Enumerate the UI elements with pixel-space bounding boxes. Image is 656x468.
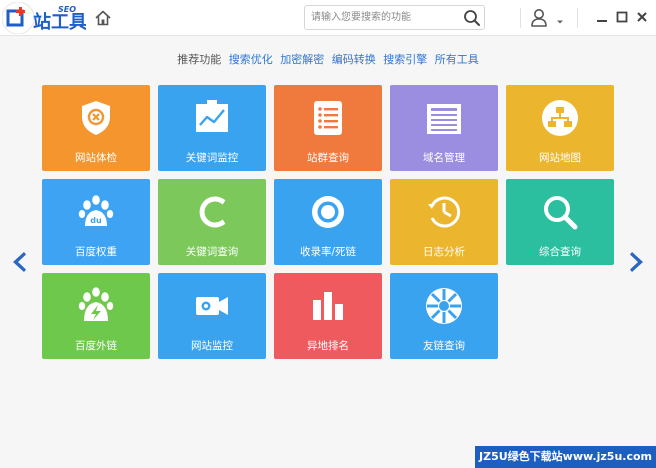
tile-label: 网站体检 bbox=[75, 152, 117, 164]
home-icon[interactable] bbox=[93, 8, 113, 28]
separator bbox=[520, 8, 521, 28]
tile-baidu-backlinks[interactable]: 百度外链 bbox=[42, 273, 150, 359]
tile-label: 网站监控 bbox=[191, 340, 233, 352]
letter-c-icon bbox=[192, 192, 232, 232]
tile-label: 域名管理 bbox=[423, 152, 465, 164]
tile-label: 关键词查询 bbox=[185, 246, 239, 258]
baidu-paw-icon: du bbox=[76, 192, 116, 232]
tile-label: 站群查询 bbox=[307, 152, 349, 164]
tool-grid: 网站体检 关键词监控 站群查询 域名管理 网站地图 du 百度权重 关键词查询 … bbox=[42, 85, 614, 359]
tile-label: 异地排名 bbox=[307, 340, 349, 352]
tile-keyword-query[interactable]: 关键词查询 bbox=[158, 179, 266, 265]
nav-link-all-tools[interactable]: 所有工具 bbox=[435, 51, 479, 67]
watermark-banner: JZ5U绿色下载站www.jz5u.com bbox=[475, 446, 656, 468]
tile-label: 日志分析 bbox=[423, 246, 465, 258]
nav-link-search-optimize[interactable]: 搜索优化 bbox=[229, 51, 273, 67]
tile-label: 百度权重 bbox=[75, 246, 117, 258]
magnifier-icon bbox=[540, 192, 580, 232]
search-box bbox=[304, 5, 485, 30]
list-icon bbox=[308, 98, 348, 138]
aperture-icon bbox=[424, 286, 464, 326]
svg-text:站工具包: 站工具包 bbox=[33, 11, 86, 33]
tile-index-deadlink[interactable]: 收录率/死链 bbox=[274, 179, 382, 265]
search-icon[interactable] bbox=[463, 9, 481, 27]
nav-link-search-engine[interactable]: 搜索引擎 bbox=[383, 51, 427, 67]
tile-remote-ranking[interactable]: 异地排名 bbox=[274, 273, 382, 359]
prev-page-arrow[interactable] bbox=[8, 249, 30, 275]
svg-text:du: du bbox=[90, 216, 102, 225]
tile-comprehensive-query[interactable]: 综合查询 bbox=[506, 179, 614, 265]
tile-log-analysis[interactable]: 日志分析 bbox=[390, 179, 498, 265]
tile-site-group-query[interactable]: 站群查询 bbox=[274, 85, 382, 171]
keyword-chart-icon bbox=[192, 98, 232, 138]
chevron-down-icon[interactable] bbox=[555, 12, 565, 24]
shield-medical-icon bbox=[76, 98, 116, 138]
tile-domain-management[interactable]: 域名管理 bbox=[390, 85, 498, 171]
tile-label: 网站地图 bbox=[539, 152, 581, 164]
tile-baidu-weight[interactable]: du 百度权重 bbox=[42, 179, 150, 265]
tile-label: 关键词监控 bbox=[185, 152, 239, 164]
close-icon[interactable] bbox=[635, 9, 649, 23]
separator bbox=[577, 8, 578, 28]
tile-label: 友链查询 bbox=[423, 340, 465, 352]
tile-keyword-monitor[interactable]: 关键词监控 bbox=[158, 85, 266, 171]
tile-label: 收录率/死链 bbox=[299, 246, 357, 258]
nav-lead-label: 推荐功能 bbox=[177, 53, 222, 66]
next-page-arrow[interactable] bbox=[626, 249, 648, 275]
title-bar: 站工具包 SEO bbox=[0, 0, 656, 36]
tile-friendlink-query[interactable]: 友链查询 bbox=[390, 273, 498, 359]
app-logo: 站工具包 SEO bbox=[1, 1, 105, 35]
camera-icon bbox=[192, 286, 232, 326]
clock-icon bbox=[424, 192, 464, 232]
paw-lightning-icon bbox=[76, 286, 116, 326]
ring-icon bbox=[308, 192, 348, 232]
sitemap-icon bbox=[540, 98, 580, 138]
minimize-icon[interactable] bbox=[595, 9, 609, 23]
nav-link-encrypt-decrypt[interactable]: 加密解密 bbox=[280, 51, 324, 67]
tile-label: 综合查询 bbox=[539, 246, 581, 258]
tile-label: 百度外链 bbox=[75, 340, 117, 352]
tile-sitemap[interactable]: 网站地图 bbox=[506, 85, 614, 171]
svg-text:SEO: SEO bbox=[58, 5, 76, 14]
search-input[interactable] bbox=[311, 9, 461, 26]
nav-link-encoding-convert[interactable]: 编码转换 bbox=[332, 51, 376, 67]
maximize-icon[interactable] bbox=[615, 9, 629, 23]
document-lines-icon bbox=[424, 98, 464, 138]
user-icon[interactable] bbox=[529, 7, 549, 29]
tile-site-monitor[interactable]: 网站监控 bbox=[158, 273, 266, 359]
tile-site-checkup[interactable]: 网站体检 bbox=[42, 85, 150, 171]
bar-chart-icon bbox=[308, 286, 348, 326]
recommended-nav: 推荐功能 搜索优化 加密解密 编码转换 搜索引擎 所有工具 bbox=[0, 51, 656, 67]
